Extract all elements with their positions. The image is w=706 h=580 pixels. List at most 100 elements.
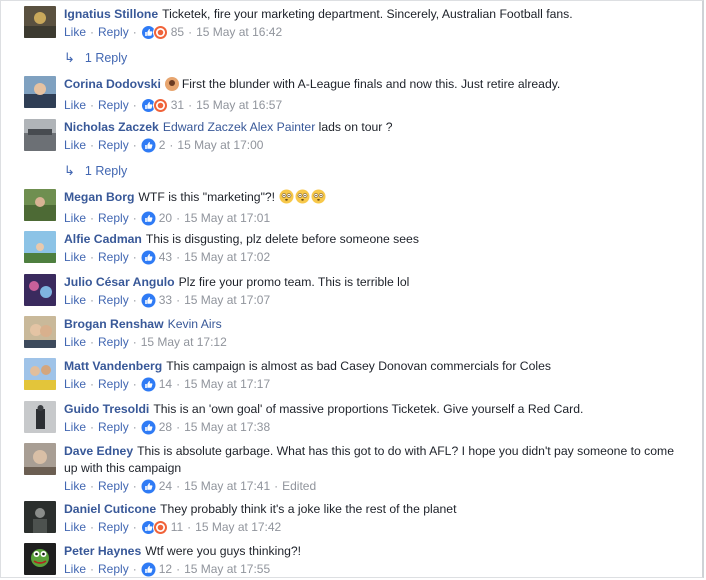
reaction-summary[interactable] — [140, 97, 168, 113]
comment-author[interactable]: Peter Haynes — [64, 544, 141, 558]
separator: · — [90, 479, 95, 493]
reply-link[interactable]: Reply — [98, 519, 129, 535]
mention-link[interactable]: Kevin Airs — [168, 317, 222, 331]
mini-avatar-icon — [164, 77, 179, 96]
view-replies-link[interactable]: ↳ 1 Reply — [64, 50, 127, 66]
avatar[interactable] — [24, 443, 56, 475]
separator: · — [132, 479, 137, 493]
reply-link[interactable]: Reply — [98, 210, 129, 226]
timestamp[interactable]: 15 May at 17:02 — [184, 249, 270, 265]
reaction-summary[interactable] — [141, 420, 156, 435]
reaction-summary[interactable] — [141, 479, 156, 494]
like-link[interactable]: Like — [64, 210, 86, 226]
reaction-summary[interactable] — [141, 562, 156, 577]
reply-link[interactable]: Reply — [98, 249, 129, 265]
view-replies-link[interactable]: ↳ 1 Reply — [64, 163, 127, 179]
like-link[interactable]: Like — [64, 419, 86, 435]
avatar[interactable] — [24, 274, 56, 306]
timestamp[interactable]: 15 May at 17:07 — [184, 292, 270, 308]
comment-author[interactable]: Alfie Cadman — [64, 232, 142, 246]
timestamp[interactable]: 15 May at 17:41 — [184, 478, 270, 494]
comment-author[interactable]: Guido Tresoldi — [64, 402, 149, 416]
mention-link[interactable]: Alex Painter — [250, 120, 316, 134]
edited-label[interactable]: Edited — [282, 478, 316, 494]
reply-link[interactable]: Reply — [98, 292, 129, 308]
comment-author[interactable]: Corina Dodovski — [64, 77, 161, 91]
reply-link[interactable]: Reply — [98, 419, 129, 435]
separator: · — [188, 25, 193, 39]
avatar[interactable] — [24, 401, 56, 433]
reaction-count: 85 — [170, 25, 185, 39]
avatar[interactable] — [24, 543, 56, 575]
comment-author[interactable]: Ignatius Stillone — [64, 7, 158, 21]
reaction-summary[interactable] — [141, 138, 156, 153]
comment-author[interactable]: Nicholas Zaczek — [64, 120, 159, 134]
replies-count[interactable]: 1 Reply — [85, 164, 127, 178]
like-link[interactable]: Like — [64, 249, 86, 265]
avatar[interactable] — [24, 358, 56, 390]
avatar[interactable] — [24, 189, 56, 221]
timestamp[interactable]: 15 May at 17:17 — [184, 376, 270, 392]
reply-link[interactable]: Reply — [98, 137, 129, 153]
comment-author[interactable]: Julio César Angulo — [64, 275, 175, 289]
like-link[interactable]: Like — [64, 561, 86, 577]
comment-author[interactable]: Megan Borg — [64, 190, 134, 204]
reply-link[interactable]: Reply — [98, 24, 129, 40]
separator: · — [176, 250, 181, 264]
timestamp[interactable]: 15 May at 17:01 — [184, 210, 270, 226]
reaction-count: 14 — [158, 377, 173, 391]
separator: · — [176, 479, 181, 493]
comment-author[interactable]: Matt Vandenberg — [64, 359, 162, 373]
timestamp[interactable]: 15 May at 17:42 — [195, 519, 281, 535]
comment-text: They probably think it's a joke like the… — [160, 502, 457, 516]
reply-link[interactable]: Reply — [98, 334, 129, 350]
separator: · — [90, 335, 95, 349]
angry-face-icon — [152, 24, 168, 40]
separator: · — [188, 98, 193, 112]
timestamp[interactable]: 15 May at 16:57 — [196, 97, 282, 113]
like-link[interactable]: Like — [64, 478, 86, 494]
avatar[interactable] — [24, 316, 56, 348]
angry-face-icon — [152, 519, 168, 535]
comment-text: WTF is this "marketing"?! — [138, 190, 276, 204]
comment-author[interactable]: Dave Edney — [64, 444, 133, 458]
separator: · — [90, 520, 95, 534]
mention-link[interactable]: Edward Zaczek — [163, 120, 247, 134]
separator: · — [90, 420, 95, 434]
like-link[interactable]: Like — [64, 519, 86, 535]
reaction-summary[interactable] — [141, 377, 156, 392]
like-link[interactable]: Like — [64, 376, 86, 392]
comment-author[interactable]: Brogan Renshaw — [64, 317, 164, 331]
reply-link[interactable]: Reply — [98, 376, 129, 392]
like-link[interactable]: Like — [64, 24, 86, 40]
like-link[interactable]: Like — [64, 137, 86, 153]
like-link[interactable]: Like — [64, 292, 86, 308]
timestamp[interactable]: 15 May at 17:00 — [177, 137, 263, 153]
timestamp[interactable]: 15 May at 17:55 — [184, 561, 270, 577]
avatar[interactable] — [24, 6, 56, 38]
avatar[interactable] — [24, 501, 56, 533]
reaction-summary[interactable] — [141, 211, 156, 226]
comment-text: This is absolute garbage. What has this … — [64, 444, 674, 475]
comment-author[interactable]: Daniel Cuticone — [64, 502, 156, 516]
reaction-summary[interactable] — [141, 293, 156, 308]
replies-count[interactable]: 1 Reply — [85, 51, 127, 65]
avatar[interactable] — [24, 231, 56, 263]
avatar[interactable] — [24, 119, 56, 151]
reply-link[interactable]: Reply — [98, 97, 129, 113]
reaction-summary[interactable] — [140, 519, 168, 535]
like-link[interactable]: Like — [64, 334, 86, 350]
timestamp[interactable]: 15 May at 17:12 — [141, 334, 227, 350]
timestamp[interactable]: 15 May at 17:38 — [184, 419, 270, 435]
reaction-summary[interactable] — [140, 24, 168, 40]
separator: · — [132, 420, 137, 434]
reply-link[interactable]: Reply — [98, 561, 129, 577]
separator: · — [90, 138, 95, 152]
timestamp[interactable]: 15 May at 16:42 — [196, 24, 282, 40]
reply-link[interactable]: Reply — [98, 478, 129, 494]
comment-text: Wtf were you guys thinking?! — [145, 544, 302, 558]
avatar[interactable] — [24, 76, 56, 108]
reaction-summary[interactable] — [141, 250, 156, 265]
separator: · — [90, 250, 95, 264]
like-link[interactable]: Like — [64, 97, 86, 113]
